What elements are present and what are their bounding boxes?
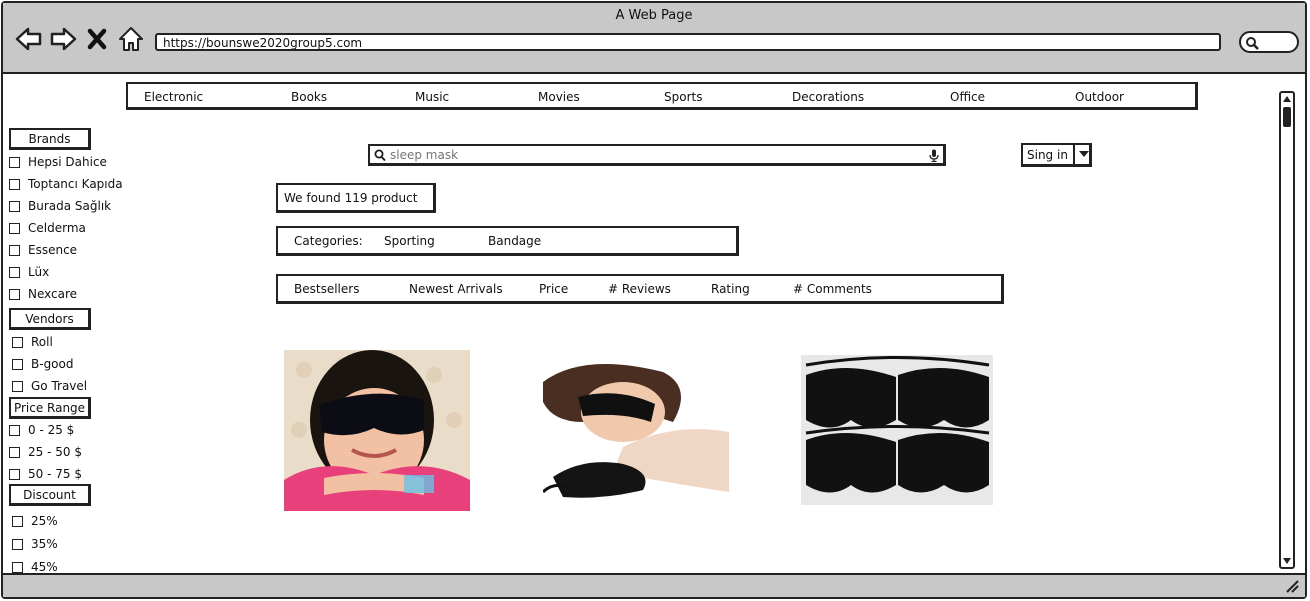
price-range-header: Price Range xyxy=(9,397,91,419)
sort-comments[interactable]: # Comments xyxy=(793,282,872,296)
brands-header: Brands xyxy=(9,128,91,150)
price-label: 25 - 50 $ xyxy=(28,445,82,459)
brand-label: Toptancı Kapıda xyxy=(28,177,123,191)
vendor-label: Roll xyxy=(31,335,53,349)
sort-newest-arrivals[interactable]: Newest Arrivals xyxy=(409,282,503,296)
back-arrow-icon[interactable] xyxy=(15,25,43,53)
category-nav-bar: Electronic Books Music Movies Sports Dec… xyxy=(126,82,1198,110)
brand-label: Celderma xyxy=(28,221,86,235)
brand-checkbox[interactable]: Nexcare xyxy=(9,287,77,301)
chevron-down-icon[interactable] xyxy=(1073,145,1092,164)
category-music[interactable]: Music xyxy=(415,90,449,104)
discount-label: 45% xyxy=(31,560,58,574)
vertical-scrollbar[interactable] xyxy=(1279,91,1295,569)
discount-label: 35% xyxy=(31,537,58,551)
category-filter-label: Categories: xyxy=(294,234,363,248)
price-checkbox[interactable]: 25 - 50 $ xyxy=(9,445,82,459)
category-filter-bandage[interactable]: Bandage xyxy=(488,234,541,248)
window-title: A Web Page xyxy=(615,8,693,23)
scrollbar-thumb[interactable] xyxy=(1283,107,1291,127)
price-label: 0 - 25 $ xyxy=(28,423,75,437)
discount-checkbox[interactable]: 35% xyxy=(12,537,58,551)
scroll-down-icon[interactable] xyxy=(1282,556,1292,566)
sort-bestsellers[interactable]: Bestsellers xyxy=(294,282,359,296)
discount-header: Discount xyxy=(9,484,91,506)
vendor-checkbox[interactable]: B-good xyxy=(12,357,73,371)
browser-window: A Web Page https://bounswe2020group5.com… xyxy=(1,1,1307,599)
product-image[interactable] xyxy=(801,355,993,505)
category-electronic[interactable]: Electronic xyxy=(144,90,203,104)
brand-label: Hepsi Dahice xyxy=(28,155,107,169)
category-decorations[interactable]: Decorations xyxy=(792,90,864,104)
brand-checkbox[interactable]: Hepsi Dahice xyxy=(9,155,107,169)
brand-label: Lüx xyxy=(28,265,50,279)
address-bar[interactable]: https://bounswe2020group5.com xyxy=(155,33,1221,51)
sort-bar: Bestsellers Newest Arrivals Price # Revi… xyxy=(276,274,1004,304)
brand-checkbox[interactable]: Lüx xyxy=(9,265,49,279)
category-books[interactable]: Books xyxy=(291,90,327,104)
home-icon[interactable] xyxy=(117,25,145,53)
vendor-checkbox[interactable]: Go Travel xyxy=(12,379,87,393)
result-count-box: We found 119 product xyxy=(276,183,436,213)
brand-checkbox[interactable]: Essence xyxy=(9,243,77,257)
vendor-label: B-good xyxy=(31,357,74,371)
product-image[interactable] xyxy=(543,352,729,502)
category-filter-sporting[interactable]: Sporting xyxy=(384,234,435,248)
sign-in-dropdown[interactable]: Sing in xyxy=(1021,143,1092,167)
discount-checkbox[interactable]: 25% xyxy=(12,514,58,528)
discount-checkbox[interactable]: 45% xyxy=(12,560,58,574)
brand-checkbox[interactable]: Burada Sağlık xyxy=(9,199,111,213)
brand-label: Nexcare xyxy=(28,287,78,301)
category-outdoor[interactable]: Outdoor xyxy=(1075,90,1124,104)
sort-price[interactable]: Price xyxy=(539,282,568,296)
price-checkbox[interactable]: 50 - 75 $ xyxy=(9,467,82,481)
brand-label: Essence xyxy=(28,243,78,257)
vendor-label: Go Travel xyxy=(31,379,88,393)
product-image[interactable] xyxy=(284,350,470,511)
brand-label: Burada Sağlık xyxy=(28,199,112,213)
resize-icon[interactable] xyxy=(1285,579,1299,593)
search-icon xyxy=(1246,37,1259,50)
vendor-checkbox[interactable]: Roll xyxy=(12,335,53,349)
sign-in-label: Sing in xyxy=(1027,148,1068,162)
result-count-text: We found 119 product xyxy=(284,191,418,205)
status-bar xyxy=(3,573,1305,597)
close-icon[interactable] xyxy=(83,25,111,53)
sort-rating[interactable]: Rating xyxy=(711,282,750,296)
brand-checkbox[interactable]: Toptancı Kapıda xyxy=(9,177,123,191)
price-label: 50 - 75 $ xyxy=(28,467,82,481)
product-search-bar xyxy=(368,144,946,166)
discount-label: 25% xyxy=(31,514,58,528)
forward-arrow-icon[interactable] xyxy=(49,25,77,53)
category-filter-box: Categories: Sporting Bandage xyxy=(276,226,739,256)
search-input[interactable] xyxy=(390,147,910,163)
category-office[interactable]: Office xyxy=(950,90,985,104)
search-icon xyxy=(374,149,386,162)
microphone-icon[interactable] xyxy=(929,149,939,162)
browser-search-box[interactable] xyxy=(1239,31,1299,53)
brand-checkbox[interactable]: Celderma xyxy=(9,221,86,235)
vendors-header: Vendors xyxy=(9,308,91,330)
browser-titlebar: A Web Page https://bounswe2020group5.com xyxy=(3,3,1305,74)
category-sports[interactable]: Sports xyxy=(664,90,702,104)
scroll-up-icon[interactable] xyxy=(1282,94,1292,104)
price-checkbox[interactable]: 0 - 25 $ xyxy=(9,423,74,437)
category-movies[interactable]: Movies xyxy=(538,90,580,104)
sort-reviews[interactable]: # Reviews xyxy=(608,282,671,296)
